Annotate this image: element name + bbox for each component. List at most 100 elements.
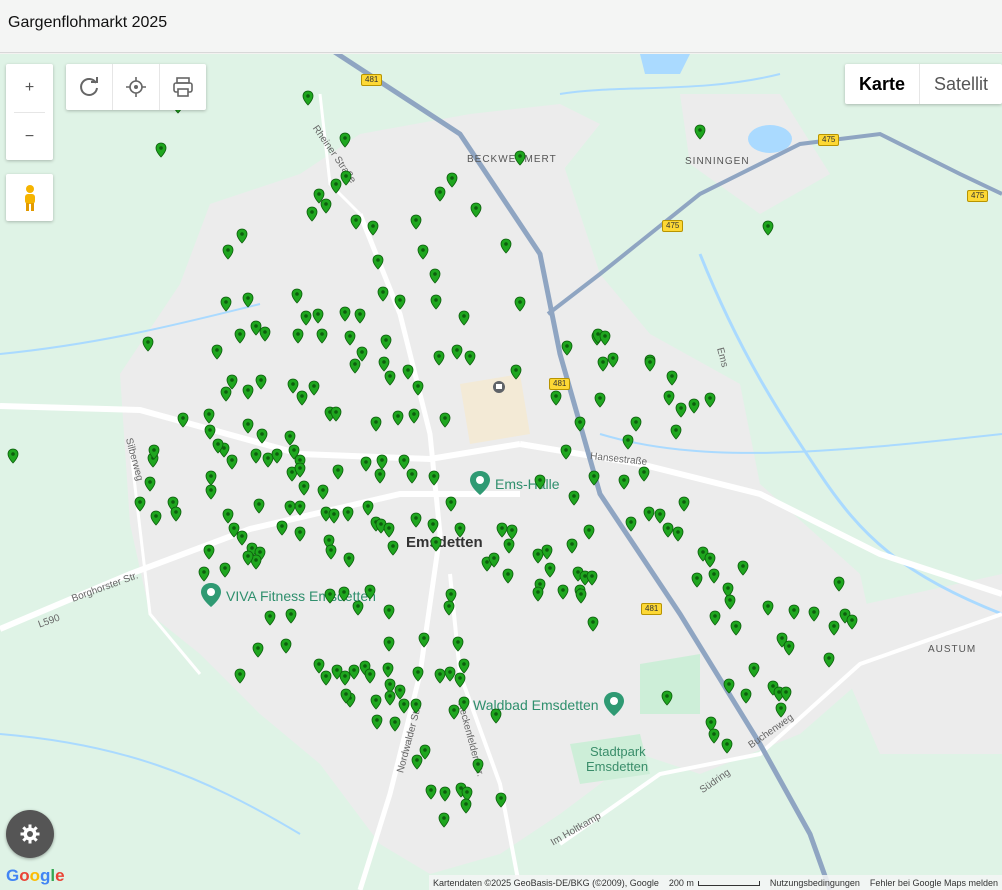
map-marker-icon[interactable] [384, 370, 396, 386]
map-marker-icon[interactable] [454, 672, 466, 688]
map-marker-icon[interactable] [294, 500, 306, 516]
google-logo[interactable]: Google [6, 866, 65, 886]
map-marker-icon[interactable] [367, 220, 379, 236]
map-marker-icon[interactable] [740, 688, 752, 704]
map-marker-icon[interactable] [344, 330, 356, 346]
locate-button[interactable] [113, 64, 160, 110]
map-marker-icon[interactable] [328, 508, 340, 524]
map-marker-icon[interactable] [317, 484, 329, 500]
map-marker-icon[interactable] [364, 668, 376, 684]
map-marker-icon[interactable] [280, 638, 292, 654]
report-link[interactable]: Fehler bei Google Maps melden [870, 878, 998, 888]
map-marker-icon[interactable] [510, 364, 522, 380]
map-marker-icon[interactable] [708, 568, 720, 584]
map-marker-icon[interactable] [312, 308, 324, 324]
map-marker-icon[interactable] [377, 286, 389, 302]
map-marker-icon[interactable] [430, 294, 442, 310]
map-marker-icon[interactable] [488, 552, 500, 568]
map-marker-icon[interactable] [544, 562, 556, 578]
map-marker-icon[interactable] [430, 536, 442, 552]
map-canvas[interactable]: BECKWERMERT SINNINGEN AUSTUM Emsdetten E… [0, 54, 1002, 890]
map-marker-icon[interactable] [387, 540, 399, 556]
map-marker-icon[interactable] [300, 310, 312, 326]
map-marker-icon[interactable] [514, 296, 526, 312]
map-marker-icon[interactable] [500, 238, 512, 254]
map-marker-icon[interactable] [594, 392, 606, 408]
map-marker-icon[interactable] [340, 170, 352, 186]
map-marker-icon[interactable] [339, 132, 351, 148]
map-marker-icon[interactable] [495, 792, 507, 808]
settings-button[interactable] [6, 810, 54, 858]
map-marker-icon[interactable] [410, 214, 422, 230]
map-marker-icon[interactable] [458, 696, 470, 712]
map-marker-icon[interactable] [775, 702, 787, 718]
map-marker-icon[interactable] [383, 604, 395, 620]
map-marker-icon[interactable] [354, 308, 366, 324]
map-marker-icon[interactable] [454, 522, 466, 538]
map-marker-icon[interactable] [330, 406, 342, 422]
map-marker-icon[interactable] [458, 310, 470, 326]
map-marker-icon[interactable] [557, 584, 569, 600]
map-marker-icon[interactable] [534, 474, 546, 490]
map-marker-icon[interactable] [302, 90, 314, 106]
map-marker-icon[interactable] [823, 652, 835, 668]
map-marker-icon[interactable] [349, 358, 361, 374]
map-marker-icon[interactable] [446, 172, 458, 188]
map-marker-icon[interactable] [410, 512, 422, 528]
map-marker-icon[interactable] [408, 408, 420, 424]
map-marker-icon[interactable] [433, 350, 445, 366]
map-marker-icon[interactable] [226, 454, 238, 470]
map-marker-icon[interactable] [374, 468, 386, 484]
map-marker-icon[interactable] [694, 124, 706, 140]
map-marker-icon[interactable] [264, 610, 276, 626]
map-marker-icon[interactable] [198, 566, 210, 582]
map-marker-icon[interactable] [340, 688, 352, 704]
map-marker-icon[interactable] [222, 244, 234, 260]
map-marker-icon[interactable] [372, 254, 384, 270]
map-marker-icon[interactable] [370, 416, 382, 432]
map-marker-icon[interactable] [472, 758, 484, 774]
map-marker-icon[interactable] [575, 588, 587, 604]
map-marker-icon[interactable] [332, 464, 344, 480]
map-marker-icon[interactable] [402, 364, 414, 380]
map-marker-icon[interactable] [252, 642, 264, 658]
map-marker-icon[interactable] [382, 662, 394, 678]
map-marker-icon[interactable] [429, 268, 441, 284]
map-marker-icon[interactable] [638, 466, 650, 482]
map-marker-icon[interactable] [339, 306, 351, 322]
map-marker-icon[interactable] [748, 662, 760, 678]
zoom-out-button[interactable]: − [6, 113, 53, 161]
refresh-button[interactable] [66, 64, 113, 110]
map-marker-icon[interactable] [142, 336, 154, 352]
map-marker-icon[interactable] [325, 544, 337, 560]
terms-link[interactable]: Nutzungsbedingungen [770, 878, 860, 888]
map-marker-icon[interactable] [362, 500, 374, 516]
map-marker-icon[interactable] [144, 476, 156, 492]
map-marker-icon[interactable] [451, 344, 463, 360]
map-marker-icon[interactable] [394, 294, 406, 310]
pegman-button[interactable] [6, 174, 53, 221]
map-marker-icon[interactable] [675, 402, 687, 418]
map-marker-icon[interactable] [320, 670, 332, 686]
map-marker-icon[interactable] [392, 410, 404, 426]
map-marker-icon[interactable] [704, 552, 716, 568]
map-marker-icon[interactable] [574, 416, 586, 432]
zoom-in-button[interactable]: + [6, 64, 53, 112]
map-marker-icon[interactable] [721, 738, 733, 754]
map-marker-icon[interactable] [383, 522, 395, 538]
map-marker-icon[interactable] [220, 296, 232, 312]
map-marker-icon[interactable] [234, 328, 246, 344]
map-marker-icon[interactable] [704, 392, 716, 408]
map-marker-icon[interactable] [398, 698, 410, 714]
map-marker-icon[interactable] [666, 370, 678, 386]
map-marker-icon[interactable] [788, 604, 800, 620]
map-marker-icon[interactable] [352, 600, 364, 616]
map-marker-icon[interactable] [306, 206, 318, 222]
map-marker-icon[interactable] [412, 380, 424, 396]
map-marker-icon[interactable] [219, 562, 231, 578]
map-marker-icon[interactable] [452, 636, 464, 652]
map-marker-icon[interactable] [294, 526, 306, 542]
map-marker-icon[interactable] [389, 716, 401, 732]
map-marker-icon[interactable] [170, 506, 182, 522]
map-marker-icon[interactable] [360, 456, 372, 472]
